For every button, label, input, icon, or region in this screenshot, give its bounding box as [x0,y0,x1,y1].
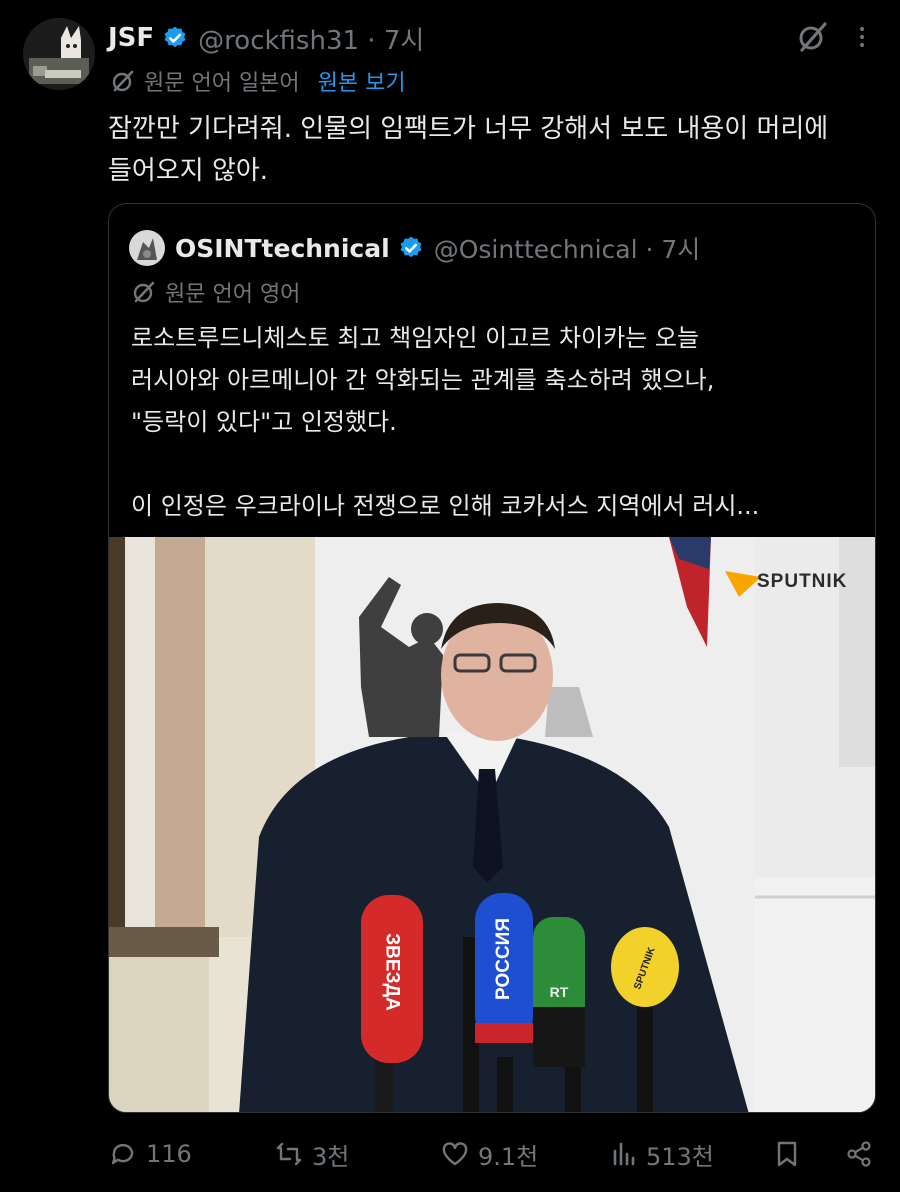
share-icon [847,1141,871,1167]
translate-icon [110,68,136,94]
mic-label-rt: RT [533,977,585,1007]
mic-label-zvezda: ЗВЕЗДА [361,897,423,1047]
author-name[interactable]: JSF [108,23,154,53]
avatar[interactable] [23,18,95,90]
more-icon[interactable] [850,22,874,52]
quoted-text-line: 로소트루드니체스토 최고 책임자인 이고르 차이카는 오늘 [131,324,700,352]
sputnik-logo: SPUTNIK [757,571,848,592]
views-icon [613,1142,635,1166]
quoted-tweet[interactable]: OSINTtechnical @Osinttechnical · 7시 원문 언… [108,203,876,1113]
like-count: 9.1천 [478,1142,539,1171]
like-button[interactable]: 9.1천 [440,1132,538,1176]
repost-button[interactable]: 3천 [274,1132,349,1176]
verified-badge-icon [162,25,188,51]
views-count: 513천 [646,1142,714,1171]
translate-icon [131,279,157,305]
repost-icon [276,1142,302,1166]
mic-label-text: SPUTNIK [632,945,658,991]
reply-count: 116 [146,1140,192,1168]
repost-count: 3천 [312,1142,350,1171]
share-button[interactable] [844,1132,874,1176]
quoted-translation-row: 원문 언어 영어 [131,276,300,308]
author-handle[interactable]: @rockfish31 · 7시 [198,20,424,57]
quoted-author-handle[interactable]: @Osinttechnical · 7시 [434,230,701,266]
mic-label-text: РОССИЯ [493,918,514,1000]
quoted-text-line: 러시아와 아르메니아 간 악화되는 관계를 축소하려 했으나, [131,366,715,394]
reply-icon [111,1143,134,1165]
like-icon [442,1142,468,1166]
mic-label-sputnik: SPUTNIK [611,937,679,999]
verified-badge-icon [398,235,424,261]
grok-icon[interactable] [796,20,828,54]
quoted-photo[interactable]: SPUTNIK ЗВЕЗДА РОССИЯ RT SPUTNIK [109,537,875,1112]
quoted-text-line: "등락이 있다"고 인정했다. [131,408,397,436]
quoted-text: 로소트루드니체스토 최고 책임자인 이고르 차이카는 오늘 러시아와 아르메니아… [131,317,861,527]
quoted-translation-note: 원문 언어 영어 [165,282,301,307]
views-button[interactable]: 513천 [608,1132,714,1176]
view-original-link[interactable]: 원본 보기 [318,65,406,97]
mic-label-text: RT [549,984,569,1000]
mic-label-rossiya: РОССИЯ [475,893,533,1025]
tweet-text: 잠깐만 기다려줘. 인물의 임팩트가 너무 강해서 보도 내용이 머리에 들어오… [108,114,829,186]
reply-button[interactable]: 116 [108,1132,192,1176]
quoted-author-name[interactable]: OSINTtechnical [175,234,390,263]
translation-row: 원문 언어 일본어 원본 보기 [110,66,406,96]
quoted-text-truncated: 이 인정은 우크라이나 전쟁으로 인해 코카서스 지역에서 러시... [131,492,760,520]
quoted-avatar[interactable] [129,230,165,266]
action-bar: 116 3천 9.1천 513천 [108,1132,876,1176]
tweet-header: JSF @rockfish31 · 7시 [108,20,424,56]
translation-note: 원문 언어 일본어 [144,71,300,96]
quoted-header: OSINTtechnical @Osinttechnical · 7시 [129,228,700,268]
bookmark-button[interactable] [772,1132,802,1176]
bookmark-icon [777,1141,797,1167]
mic-label-text: ЗВЕЗДА [382,933,403,1011]
